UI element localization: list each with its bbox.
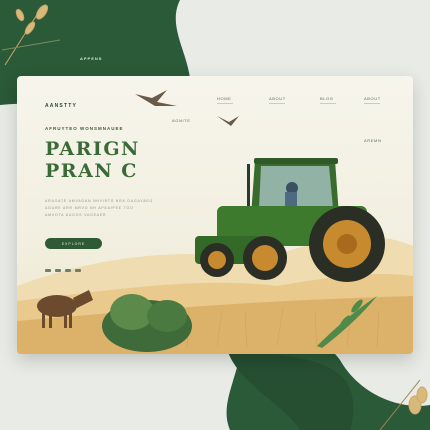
social-icon[interactable]	[75, 269, 81, 272]
social-icon[interactable]	[65, 269, 71, 272]
hero-description: ARAOATE AMVADAN NHVIRTS NRA OUGAYAEG AGU…	[45, 198, 153, 219]
social-icon[interactable]	[55, 269, 61, 272]
wheat-corner-icon	[379, 379, 428, 430]
description-line: ARAOATE AMVADAN NHVIRTS NRA OUGAYAEG	[45, 199, 154, 203]
side-note-2: AREMN	[364, 138, 382, 143]
outer-label: APPENS	[80, 56, 103, 61]
landing-card: AANSTTY HOME ABOUT BLOG ABOUT AFRUYTEO W…	[17, 76, 413, 354]
wheat-decoration-icon	[1, 4, 61, 66]
brand-logo[interactable]: AANSTTY	[45, 103, 77, 109]
nav-item-home[interactable]: HOME	[217, 96, 234, 104]
nav-item-about[interactable]: ABOUT	[269, 96, 286, 104]
social-icon[interactable]	[45, 269, 51, 272]
hero-eyebrow: AFRUYTEO WONSMNAUEE	[45, 126, 124, 131]
side-note: AGNITE	[172, 118, 191, 123]
nav-item-about-2[interactable]: ABOUT	[364, 96, 381, 104]
hero-headline: PARIGN PRAN C	[45, 138, 140, 182]
description-line: AMVOTA AUGOS VAGEAER	[45, 213, 107, 217]
explore-button[interactable]: EXPLORE	[45, 238, 102, 249]
description-line: AGURE ARR MRVO NH APEAIPEE TOO	[45, 206, 134, 210]
nav-item-blog[interactable]: BLOG	[320, 96, 336, 104]
social-links	[45, 269, 81, 272]
